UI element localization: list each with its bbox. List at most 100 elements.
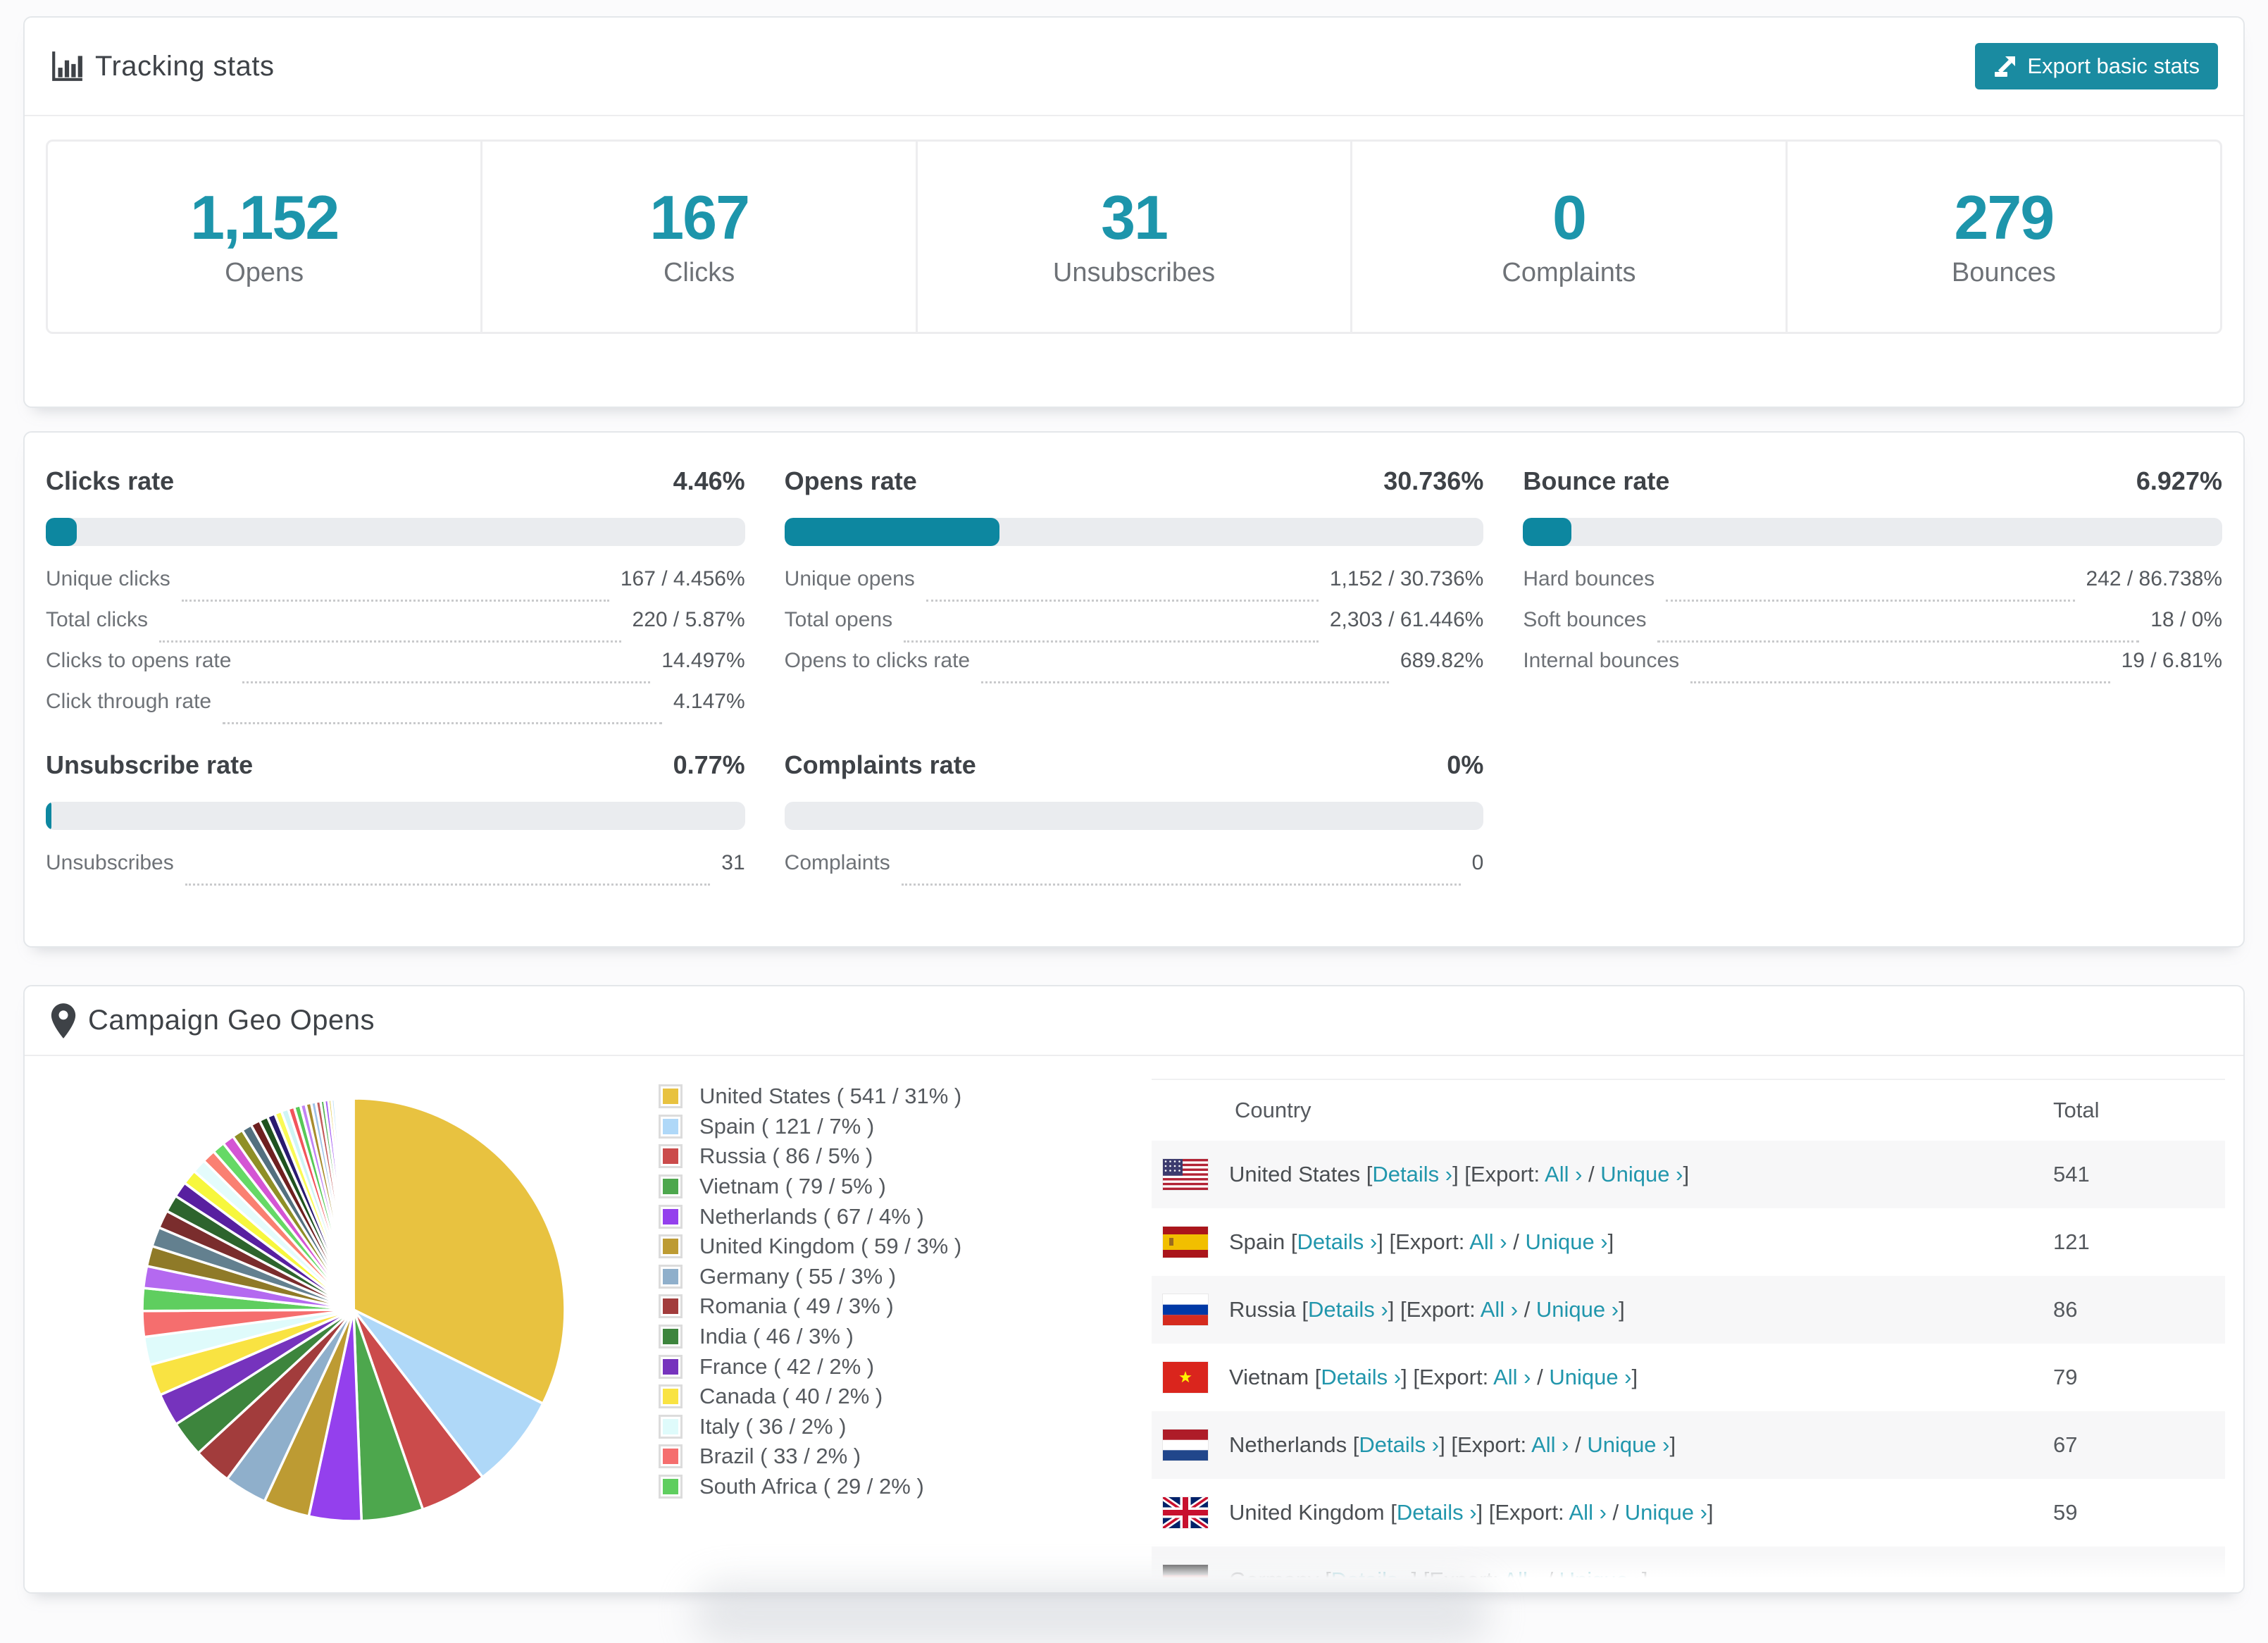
table-header-row: Country Total (1152, 1080, 2225, 1141)
legend-swatch (659, 1204, 683, 1229)
rate-title: Opens rate (784, 466, 917, 495)
legend-swatch (659, 1144, 683, 1169)
details-link[interactable]: Details › (1359, 1432, 1439, 1457)
rate-block: Clicks rate 4.46% Unique clicks 167 / 4.… (46, 466, 745, 731)
export-unique-link[interactable]: Unique › (1525, 1229, 1607, 1254)
rate-value: 0% (1447, 750, 1484, 779)
bar-chart-icon (50, 49, 84, 83)
progress-bar (46, 518, 745, 546)
legend-item: Italy ( 36 / 2% ) (659, 1412, 961, 1442)
export-all-link[interactable]: All › (1469, 1229, 1507, 1254)
details-link[interactable]: Details › (1321, 1365, 1401, 1389)
dotted-leader (159, 640, 621, 643)
stat-label: Clicks (663, 257, 735, 287)
export-label: Export: (1419, 1365, 1489, 1389)
column-header-country: Country (1235, 1098, 1311, 1122)
country-total: 541 (2053, 1162, 2090, 1186)
legend-item: Germany ( 55 / 3% ) (659, 1262, 961, 1292)
rate-block: Unsubscribe rate 0.77% Unsubscribes 31 (46, 750, 745, 892)
stat-value: 167 (649, 182, 750, 252)
export-basic-stats-button[interactable]: Export basic stats (1975, 43, 2218, 89)
rate-detail-row: Total opens 2,303 / 61.446% (785, 608, 1483, 649)
legend-item: Vietnam ( 79 / 5% ) (659, 1172, 961, 1202)
rate-detail-row: Total clicks 220 / 5.87% (46, 608, 745, 649)
progress-bar (1523, 518, 2222, 546)
export-all-link[interactable]: All › (1481, 1297, 1518, 1322)
export-label: Export: (1470, 1162, 1540, 1186)
export-label: Export: (1406, 1297, 1476, 1322)
stat-label: Complaints (1502, 257, 1636, 287)
rate-detail-row: Clicks to opens rate 14.497% (46, 649, 745, 690)
legend-label: Russia ( 86 / 5% ) (699, 1143, 873, 1169)
progress-bar (784, 518, 1484, 546)
dotted-leader (926, 600, 1319, 602)
stat-label: Bounces (1951, 257, 2056, 287)
rate-value: 0.77% (673, 750, 745, 779)
export-all-link[interactable]: All › (1531, 1432, 1569, 1457)
dotted-leader (181, 600, 609, 602)
rate-title: Unsubscribe rate (46, 750, 254, 779)
ru-flag-icon (1163, 1294, 1208, 1325)
stat-value: 31 (1101, 182, 1169, 252)
dotted-leader (901, 884, 1461, 886)
rate-detail-label: Opens to clicks rate (784, 649, 971, 672)
dotted-leader (904, 640, 1319, 643)
legend-swatch (659, 1414, 683, 1439)
legend-label: Brazil ( 33 / 2% ) (699, 1444, 861, 1469)
country-total: 59 (2053, 1500, 2078, 1525)
legend-swatch (659, 1475, 683, 1499)
legend-label: Canada ( 40 / 2% ) (699, 1384, 883, 1409)
legend-swatch (659, 1384, 683, 1409)
export-label: Export: (1457, 1432, 1527, 1457)
legend-label: United Kingdom ( 59 / 3% ) (699, 1234, 962, 1259)
export-all-link[interactable]: All › (1493, 1365, 1531, 1389)
country-name: Spain (1229, 1229, 1285, 1254)
export-unique-link[interactable]: Unique › (1559, 1568, 1642, 1592)
stat-cell: 167 Clicks (480, 142, 915, 332)
tracking-stats-card: Tracking stats Export basic stats 1,152 … (23, 16, 2245, 408)
legend-label: Italy ( 36 / 2% ) (699, 1413, 847, 1439)
rate-detail-row: Complaints 0 (785, 851, 1483, 892)
legend-label: South Africa ( 29 / 2% ) (699, 1474, 924, 1499)
export-all-link[interactable]: All › (1569, 1500, 1607, 1525)
export-all-link[interactable]: All › (1503, 1568, 1540, 1592)
stat-cell: 0 Complaints (1350, 142, 1785, 332)
legend-swatch (659, 1325, 683, 1349)
export-unique-link[interactable]: Unique › (1600, 1162, 1683, 1186)
country-total: 79 (2053, 1365, 2078, 1389)
export-unique-link[interactable]: Unique › (1536, 1297, 1619, 1322)
rate-detail-row: Unique clicks 167 / 4.456% (46, 567, 745, 608)
legend-label: Germany ( 55 / 3% ) (699, 1263, 897, 1289)
export-unique-link[interactable]: Unique › (1625, 1500, 1707, 1525)
legend-item: United States ( 541 / 31% ) (659, 1081, 961, 1112)
dotted-leader (223, 722, 662, 724)
legend-swatch (659, 1234, 683, 1259)
legend-swatch (659, 1264, 683, 1289)
rate-detail-label: Internal bounces (1523, 649, 1680, 672)
export-all-link[interactable]: All › (1545, 1162, 1582, 1186)
details-link[interactable]: Details › (1397, 1500, 1477, 1525)
details-link[interactable]: Details › (1372, 1162, 1452, 1186)
legend-item: France ( 42 / 2% ) (659, 1351, 961, 1382)
legend-item: Netherlands ( 67 / 4% ) (659, 1201, 961, 1232)
details-link[interactable]: Details › (1297, 1229, 1378, 1254)
rate-detail-value: 14.497% (661, 649, 745, 672)
rate-detail-value: 4.147% (673, 690, 745, 713)
rate-detail-label: Unique opens (784, 567, 915, 590)
export-unique-link[interactable]: Unique › (1587, 1432, 1669, 1457)
dotted-leader (981, 681, 1389, 683)
rates-grid: Clicks rate 4.46% Unique clicks 167 / 4.… (25, 433, 2243, 892)
legend-item: India ( 46 / 3% ) (659, 1322, 961, 1352)
details-link[interactable]: Details › (1308, 1297, 1388, 1322)
stat-cell: 31 Unsubscribes (915, 142, 1350, 332)
legend-item: United Kingdom ( 59 / 3% ) (659, 1232, 961, 1262)
progress-bar-fill (46, 802, 51, 830)
rate-title: Complaints rate (784, 750, 976, 779)
progress-bar-fill (46, 518, 77, 546)
progress-bar (784, 802, 1484, 830)
export-unique-link[interactable]: Unique › (1549, 1365, 1631, 1389)
table-row: United Kingdom [Details ›] [Export: All … (1152, 1479, 2225, 1546)
table-row: Spain [Details ›] [Export: All › / Uniqu… (1152, 1208, 2225, 1276)
rate-title: Clicks rate (46, 466, 175, 495)
map-pin-icon (50, 1003, 77, 1039)
